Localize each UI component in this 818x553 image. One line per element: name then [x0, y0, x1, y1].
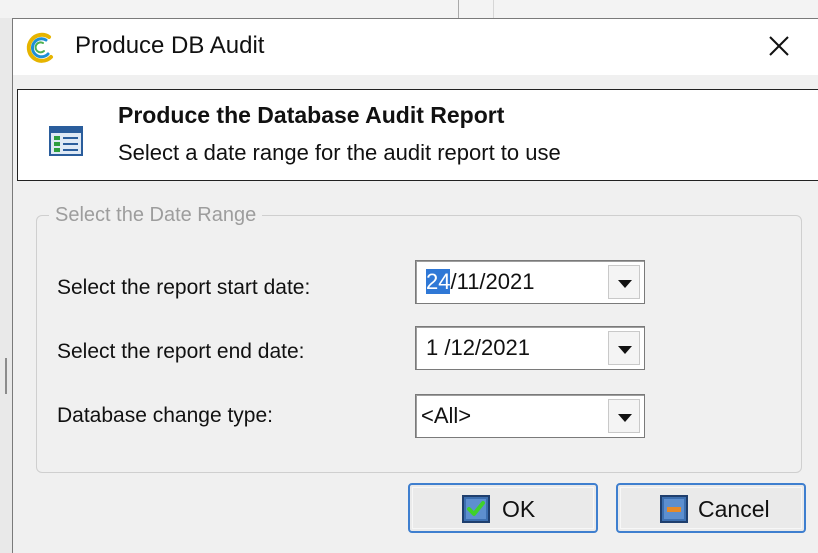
background-window-edge	[0, 18, 12, 553]
background-separator	[493, 0, 494, 18]
end-date-picker[interactable]: 1 /12/2021	[415, 326, 645, 370]
cancel-button[interactable]: Cancel	[616, 483, 806, 533]
background-toolbar-strip	[0, 0, 818, 18]
checkmark-icon	[462, 495, 490, 523]
ok-button-label: OK	[502, 496, 536, 522]
change-type-value: <All>	[421, 403, 472, 428]
date-range-groupbox: Select the Date Range Select the report …	[36, 204, 802, 473]
start-date-dropdown-button[interactable]	[608, 265, 640, 299]
change-type-dropdown-button[interactable]	[608, 399, 640, 433]
app-logo-icon	[26, 32, 53, 63]
cancel-icon	[660, 495, 688, 523]
header-subtitle: Select a date range for the audit report…	[118, 140, 561, 165]
close-icon	[769, 36, 789, 56]
header-panel: Produce the Database Audit Report Select…	[17, 89, 818, 181]
chevron-down-icon	[618, 414, 632, 422]
start-date-rest: /11/2021	[450, 269, 535, 294]
background-separator	[458, 0, 459, 18]
close-button[interactable]	[748, 25, 808, 69]
chevron-down-icon	[618, 280, 632, 288]
background-scroll-mark	[5, 358, 7, 394]
start-date-picker[interactable]: 24/11/2021	[415, 260, 645, 304]
start-date-value[interactable]: 24/11/2021	[426, 269, 535, 295]
end-date-label: Select the report end date:	[57, 340, 305, 363]
window-title: Produce DB Audit	[75, 32, 265, 59]
chevron-down-icon	[618, 346, 632, 354]
end-date-dropdown-button[interactable]	[608, 331, 640, 365]
start-date-day-selected: 24	[426, 269, 451, 294]
header-title: Produce the Database Audit Report	[118, 102, 505, 128]
cancel-button-label: Cancel	[698, 496, 770, 522]
report-list-icon	[49, 126, 83, 156]
groupbox-legend: Select the Date Range	[49, 204, 263, 227]
end-date-value[interactable]: 1 /12/2021	[426, 335, 530, 361]
change-type-label: Database change type:	[57, 404, 273, 427]
ok-button[interactable]: OK	[408, 483, 598, 533]
start-date-label: Select the report start date:	[57, 276, 311, 299]
produce-db-audit-dialog: Produce DB Audit Produce the Database Au…	[12, 18, 818, 553]
title-bar[interactable]: Produce DB Audit	[13, 19, 818, 75]
change-type-select[interactable]: <All>	[415, 394, 645, 438]
